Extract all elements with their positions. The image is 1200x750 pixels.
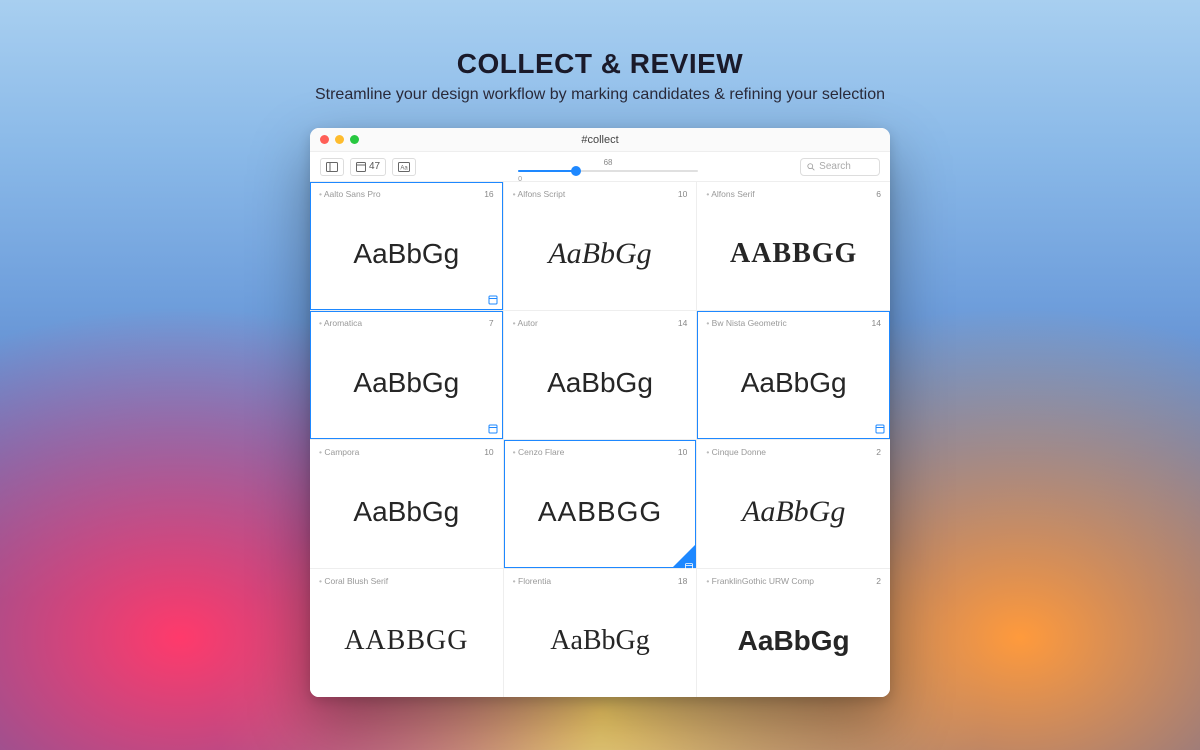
font-name: Alfons Script: [513, 189, 566, 199]
font-name: Campora: [319, 447, 359, 457]
view-count-button[interactable]: 47: [350, 158, 386, 176]
font-name: Autor: [513, 318, 538, 328]
font-name: Aalto Sans Pro: [319, 189, 381, 199]
slider-value-label: 68: [604, 159, 613, 167]
font-preview: AaBbGg: [505, 199, 696, 309]
font-name: Bw Nista Geometric: [706, 318, 786, 328]
bookmark-icon[interactable]: [488, 295, 498, 305]
font-cell[interactable]: FranklinGothic URW Comp 2AaBbGg: [697, 569, 890, 697]
font-cell-header: Cenzo Flare 10: [505, 441, 696, 457]
font-cell-header: Campora 10: [311, 441, 502, 457]
font-name: Coral Blush Serif: [319, 576, 388, 586]
bookmark-icon[interactable]: [875, 424, 885, 434]
font-preview: AaBbGg: [505, 328, 696, 438]
font-cell[interactable]: Cenzo Flare 10AABBGG: [504, 440, 697, 568]
font-name: Cinque Donne: [706, 447, 766, 457]
font-cell-header: Cinque Donne 2: [698, 441, 889, 457]
sidebar-toggle-button[interactable]: [320, 158, 344, 176]
font-cell[interactable]: Campora 10AaBbGg: [310, 440, 503, 568]
font-name: Alfons Serif: [706, 189, 754, 199]
slider-thumb[interactable]: [571, 166, 581, 176]
font-cell[interactable]: Alfons Serif 6AABBGG: [697, 182, 890, 310]
font-preview: AaBbGg: [311, 199, 502, 309]
font-grid: Aalto Sans Pro16AaBbGgAlfons Script10AaB…: [310, 182, 890, 697]
sidebar-icon: [326, 162, 338, 172]
font-name: FranklinGothic URW Comp: [706, 576, 814, 586]
bookmark-icon[interactable]: [488, 424, 498, 434]
size-slider-group: 68 0: [518, 159, 698, 175]
marketing-headline: COLLECT & REVIEW Streamline your design …: [315, 48, 885, 104]
font-name: Florentia: [513, 576, 551, 586]
headline-title: COLLECT & REVIEW: [315, 48, 885, 80]
font-cell[interactable]: Cinque Donne 2AaBbGg: [697, 440, 890, 568]
font-preview: AaBbGg: [311, 328, 502, 438]
font-style-count: 10: [678, 447, 687, 457]
font-cell[interactable]: Coral Blush SerifAABBGG: [310, 569, 503, 697]
svg-text:Aa: Aa: [400, 165, 408, 171]
minimize-button[interactable]: [335, 135, 344, 144]
close-button[interactable]: [320, 135, 329, 144]
font-preview: AABBGG: [505, 457, 696, 567]
font-cell-header: Aromatica 7: [311, 312, 502, 328]
font-preview: AABBGG: [698, 199, 889, 309]
font-style-count: 2: [876, 576, 881, 586]
font-style-count: 2: [876, 447, 881, 457]
font-cell[interactable]: Bw Nista Geometric 14AaBbGg: [697, 311, 890, 439]
toolbar: 47 Aa 68 0: [310, 152, 890, 182]
font-style-count: 14: [678, 318, 687, 328]
font-cell[interactable]: Florentia 18AaBbGg: [504, 569, 697, 697]
font-style-count: 10: [678, 189, 687, 199]
font-cell-header: Coral Blush Serif: [311, 570, 502, 586]
search-input[interactable]: [819, 161, 873, 172]
font-preview: AaBbGg: [505, 586, 696, 696]
window-icon: [356, 162, 366, 172]
font-cell[interactable]: Aromatica 7AaBbGg: [310, 311, 503, 439]
search-field[interactable]: [800, 158, 880, 176]
bookmark-icon[interactable]: [685, 558, 693, 566]
font-preview: AaBbGg: [698, 328, 889, 438]
app-window: #collect 47 Aa 68 0 Aalto Sans P: [310, 128, 890, 697]
font-preview: AaBbGg: [698, 586, 889, 696]
font-style-count: 18: [678, 576, 687, 586]
headline-subtitle: Streamline your design workflow by marki…: [315, 86, 885, 104]
font-preview: AaBbGg: [698, 457, 889, 567]
font-preview: AABBGG: [311, 586, 502, 696]
font-cell-header: FranklinGothic URW Comp 2: [698, 570, 889, 586]
window-titlebar[interactable]: #collect: [310, 128, 890, 152]
font-preview: AaBbGg: [311, 457, 502, 567]
font-style-count: 7: [489, 318, 494, 328]
font-cell[interactable]: Autor 14AaBbGg: [504, 311, 697, 439]
font-cell-header: Bw Nista Geometric 14: [698, 312, 889, 328]
font-cell[interactable]: Alfons Script 10AaBbGg: [504, 182, 697, 310]
font-cell-header: Alfons Serif 6: [698, 183, 889, 199]
traffic-lights: [310, 135, 359, 144]
font-name: Aromatica: [319, 318, 362, 328]
font-style-count: 14: [872, 318, 881, 328]
size-slider[interactable]: 0: [518, 167, 698, 175]
window-title: #collect: [310, 134, 890, 146]
font-style-count: 6: [876, 189, 881, 199]
font-count: 47: [369, 161, 380, 172]
glyph-icon: Aa: [398, 162, 410, 172]
font-cell[interactable]: Aalto Sans Pro 16AaBbGg: [310, 182, 503, 310]
font-name: Cenzo Flare: [513, 447, 565, 457]
font-cell-header: Florentia 18: [505, 570, 696, 586]
glyph-button[interactable]: Aa: [392, 158, 416, 176]
font-cell-header: Autor 14: [505, 312, 696, 328]
font-cell-header: Aalto Sans Pro 16: [311, 183, 502, 199]
font-style-count: 10: [484, 447, 493, 457]
font-cell-header: Alfons Script 10: [505, 183, 696, 199]
maximize-button[interactable]: [350, 135, 359, 144]
font-style-count: 16: [484, 189, 493, 199]
search-icon: [807, 162, 815, 172]
